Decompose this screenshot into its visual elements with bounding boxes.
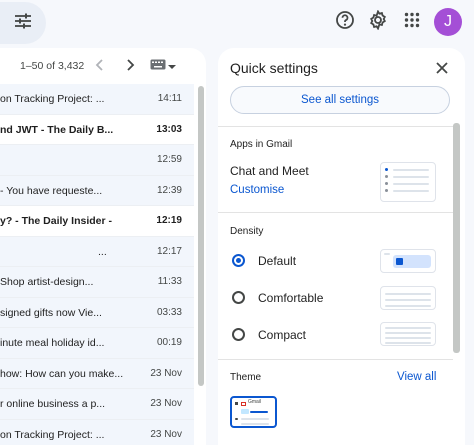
email-row[interactable]: r online business a p... 23 Nov: [0, 389, 194, 420]
email-row[interactable]: how: How can you make... 23 Nov: [0, 358, 194, 389]
chat-meet-preview: [380, 162, 436, 202]
email-time: 23 Nov: [150, 428, 182, 440]
divider: [218, 212, 453, 213]
email-subject: ...: [98, 245, 107, 258]
close-icon[interactable]: [434, 60, 450, 76]
email-time: 14:11: [157, 93, 182, 104]
keyboard-icon: [150, 57, 166, 75]
email-time: 03:33: [156, 306, 182, 318]
quick-settings-scrollbar[interactable]: [453, 123, 460, 353]
density-default-preview: [380, 249, 436, 273]
email-row[interactable]: on Tracking Project: ... 14:11: [0, 84, 194, 115]
email-row[interactable]: 12:59: [0, 145, 194, 176]
email-time: 13:03: [156, 123, 182, 135]
tune-icon: [14, 13, 32, 34]
email-subject: - You have requeste...: [0, 184, 103, 197]
density-compact-preview: [380, 322, 436, 346]
settings-button[interactable]: [366, 8, 390, 35]
email-time: 12:39: [156, 184, 182, 196]
email-list-panel: 1–50 of 3,432 on Tracking Project: ... 14…: [0, 48, 206, 445]
apps-grid-icon: [404, 12, 420, 33]
email-row[interactable]: - You have requeste... 12:39: [0, 175, 194, 206]
density-label: Comfortable: [258, 291, 324, 305]
email-subject: y? - The Daily Insider -: [0, 215, 113, 227]
email-subject: inute meal holiday id...: [0, 337, 105, 349]
quick-settings-panel: Quick settings See all settings Apps in …: [218, 48, 465, 445]
theme-default-preview[interactable]: Gmail: [230, 396, 277, 428]
email-time: 12:17: [156, 245, 182, 257]
density-label: Compact: [258, 328, 307, 342]
email-time: 23 Nov: [150, 398, 182, 409]
quick-settings-title: Quick settings: [230, 60, 318, 76]
help-button[interactable]: [333, 10, 357, 34]
email-subject: on Tracking Project: ...: [0, 93, 105, 105]
email-subject: Shop artist-design...: [0, 276, 94, 288]
divider: [218, 359, 453, 360]
pagination-range[interactable]: 1–50 of 3,432: [20, 60, 84, 72]
density-option-default[interactable]: Default: [230, 251, 350, 271]
email-subject: r online business a p...: [0, 398, 106, 410]
email-time: 00:19: [156, 337, 182, 348]
email-time: 11:33: [157, 276, 182, 287]
input-tools-button[interactable]: [150, 57, 180, 75]
gear-icon: [368, 8, 388, 35]
email-row[interactable]: Shop artist-design... 11:33: [0, 267, 194, 298]
density-comfortable-preview: [380, 286, 436, 310]
email-row[interactable]: ... 12:17: [0, 236, 194, 267]
email-row[interactable]: signed gifts now Vie... 03:33: [0, 297, 194, 328]
email-subject: nd JWT - The Daily B...: [0, 123, 114, 136]
density-heading: Density: [230, 226, 264, 237]
chevron-right-icon[interactable]: [122, 57, 138, 73]
apps-button[interactable]: [400, 10, 424, 34]
divider: [218, 126, 453, 127]
theme-heading: Theme: [230, 372, 262, 383]
email-subject: on Tracking Project: ...: [0, 428, 105, 441]
email-time: 12:19: [156, 215, 182, 226]
radio-unselected[interactable]: [232, 328, 245, 341]
email-row[interactable]: y? - The Daily Insider - 12:19: [0, 206, 194, 237]
chevron-left-icon[interactable]: [92, 57, 108, 73]
help-icon: [335, 10, 355, 35]
avatar[interactable]: J: [434, 8, 462, 36]
customise-link[interactable]: Customise: [230, 184, 284, 196]
see-all-settings-button[interactable]: See all settings: [230, 86, 450, 114]
radio-selected[interactable]: [232, 254, 245, 267]
email-subject: signed gifts now Vie...: [0, 306, 102, 319]
filter-toggle-button[interactable]: [0, 2, 46, 44]
email-rows: on Tracking Project: ... 14:11 nd JWT - T…: [0, 84, 194, 445]
email-row[interactable]: nd JWT - The Daily B... 13:03: [0, 114, 194, 145]
density-option-comfortable[interactable]: Comfortable: [230, 288, 350, 308]
density-label: Default: [258, 254, 297, 268]
view-all-themes-link[interactable]: View all: [397, 371, 436, 383]
email-row[interactable]: on Tracking Project: ... 23 Nov: [0, 419, 194, 445]
radio-unselected[interactable]: [232, 291, 245, 304]
pagination-bar: 1–50 of 3,432: [0, 48, 206, 82]
density-option-compact[interactable]: Compact: [230, 325, 350, 345]
email-time: 12:59: [156, 154, 182, 165]
chevron-down-icon: [168, 57, 176, 75]
apps-in-gmail-heading: Apps in Gmail: [230, 139, 293, 150]
theme-thumb-text: Gmail: [248, 399, 262, 405]
chat-and-meet-label: Chat and Meet: [230, 164, 309, 178]
email-time: 23 Nov: [150, 367, 182, 379]
email-row[interactable]: inute meal holiday id... 00:19: [0, 328, 194, 359]
email-subject: how: How can you make...: [0, 367, 124, 380]
list-scrollbar-thumb[interactable]: [198, 86, 204, 386]
